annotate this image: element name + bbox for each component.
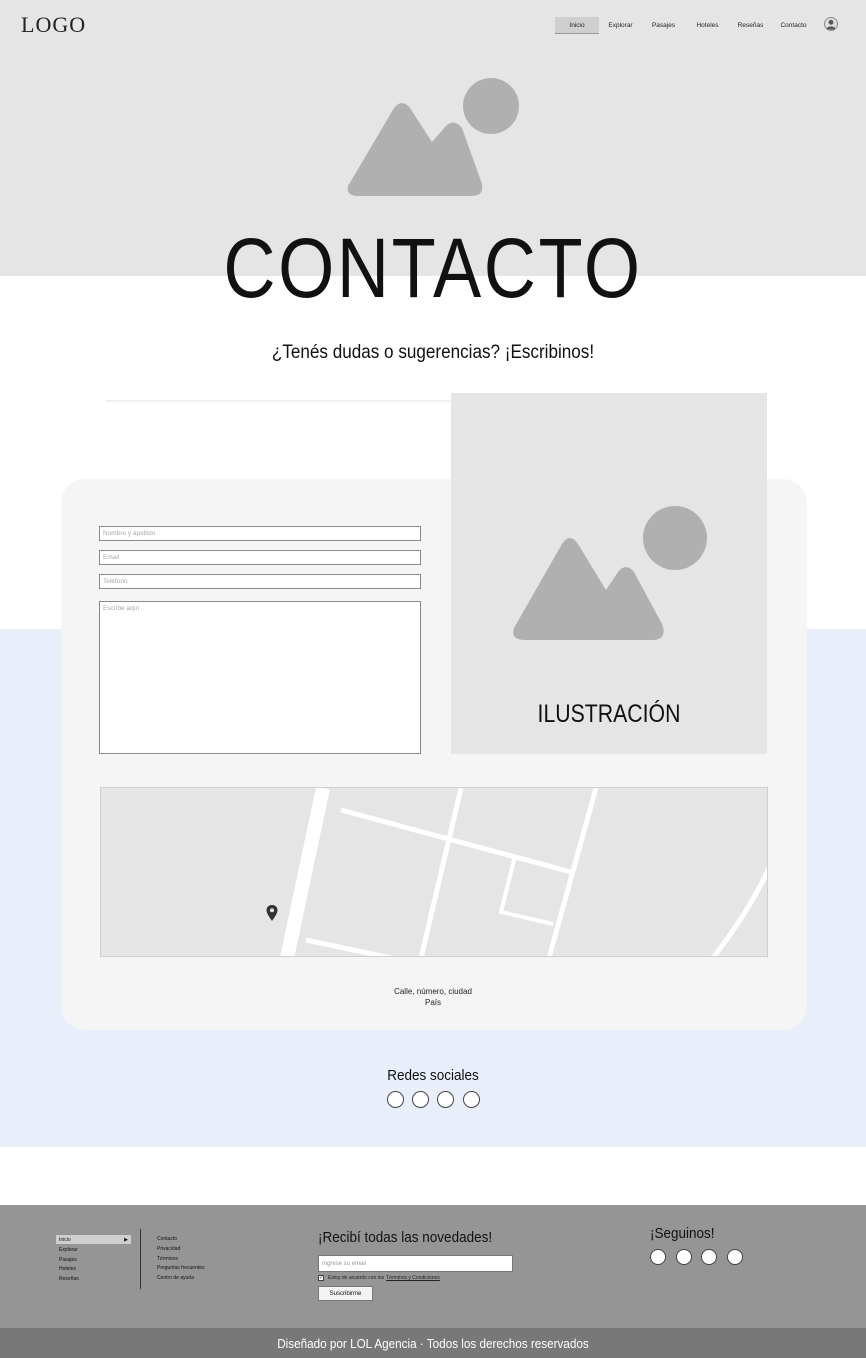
play-arrow-icon: ▶ (124, 1236, 128, 1243)
address-line: Calle, número, ciudad (394, 987, 472, 996)
illustration-label: ILUSTRACIÓN (537, 700, 681, 728)
newsletter-email-field[interactable] (318, 1255, 513, 1272)
phone-field[interactable] (99, 574, 421, 589)
social-title: Redes sociales (387, 1067, 479, 1084)
page-subtitle: ¿Tenés dudas o sugerencias? ¡Escribinos! (271, 342, 595, 363)
divider (106, 400, 452, 402)
social-icon[interactable] (387, 1091, 404, 1108)
nav-item-hoteles[interactable]: Hoteles (690, 17, 725, 34)
map[interactable] (100, 787, 768, 957)
footer-nav-item-resenas[interactable]: Reseñas (56, 1274, 131, 1283)
footer-nav-item-pasajes[interactable]: Pasajes (56, 1255, 131, 1264)
footer-divider (140, 1229, 141, 1289)
footer-nav-item-inicio[interactable]: Inicio ▶ (56, 1235, 131, 1244)
illustration-image-icon (513, 506, 707, 640)
nav-item-contacto[interactable]: Contacto (776, 17, 811, 34)
follow-social-icon[interactable] (650, 1249, 666, 1265)
nav-item-resenas[interactable]: Reseñas (733, 17, 768, 34)
footer-link-contacto[interactable]: Contacto (157, 1236, 177, 1242)
message-field[interactable] (99, 601, 421, 754)
follow-social-icon[interactable] (676, 1249, 692, 1265)
email-field[interactable] (99, 550, 421, 565)
follow-social-icon[interactable] (727, 1249, 743, 1265)
footer-nav-item-hoteles[interactable]: Hoteles (56, 1264, 131, 1273)
logo[interactable]: LOGO (21, 12, 86, 38)
nav-item-inicio[interactable]: Inicio (555, 17, 599, 34)
address-country: País (424, 998, 441, 1007)
terms-link[interactable]: Términos y Condiciones (386, 1275, 440, 1281)
footer-link-ayuda[interactable]: Centro de ayuda (157, 1275, 194, 1281)
follow-social-icon[interactable] (701, 1249, 717, 1265)
nav-item-explorar[interactable]: Explorar (603, 17, 638, 34)
follow-title: ¡Seguinos! (650, 1225, 715, 1242)
address: Calle, número, ciudad País (0, 986, 866, 1008)
user-avatar-icon[interactable] (824, 17, 838, 31)
footer-nav-label: Inicio (59, 1236, 71, 1243)
footer-link-faq[interactable]: Preguntas frecuentes (157, 1265, 205, 1271)
social-icon[interactable] (463, 1091, 480, 1108)
page-title: CONTACTO (223, 221, 643, 315)
social-icon[interactable] (412, 1091, 429, 1108)
terms-checkbox[interactable]: ✓ (318, 1275, 324, 1281)
terms-text: Estoy de acuerdo con los (328, 1275, 385, 1281)
nav-item-pasajes[interactable]: Pasajes (646, 17, 681, 34)
map-streets (280, 788, 767, 956)
map-pin-icon[interactable] (265, 904, 279, 922)
copyright-text: Diseñado por LOL Agencia · Todos los der… (277, 1336, 589, 1351)
terms-row: ✓ Estoy de acuerdo con los Términos y Co… (318, 1274, 440, 1282)
hero-image-placeholder-icon (347, 78, 519, 196)
newsletter-title: ¡Recibí todas las novedades! (318, 1229, 493, 1246)
social-icon[interactable] (437, 1091, 454, 1108)
subscribe-button[interactable]: Suscribirme (318, 1286, 373, 1301)
footer-link-privacidad[interactable]: Privacidad (157, 1246, 180, 1252)
footer-nav-item-explorar[interactable]: Explorar (56, 1245, 131, 1254)
footer-link-terminos[interactable]: Términos (157, 1256, 178, 1262)
name-field[interactable] (99, 526, 421, 541)
